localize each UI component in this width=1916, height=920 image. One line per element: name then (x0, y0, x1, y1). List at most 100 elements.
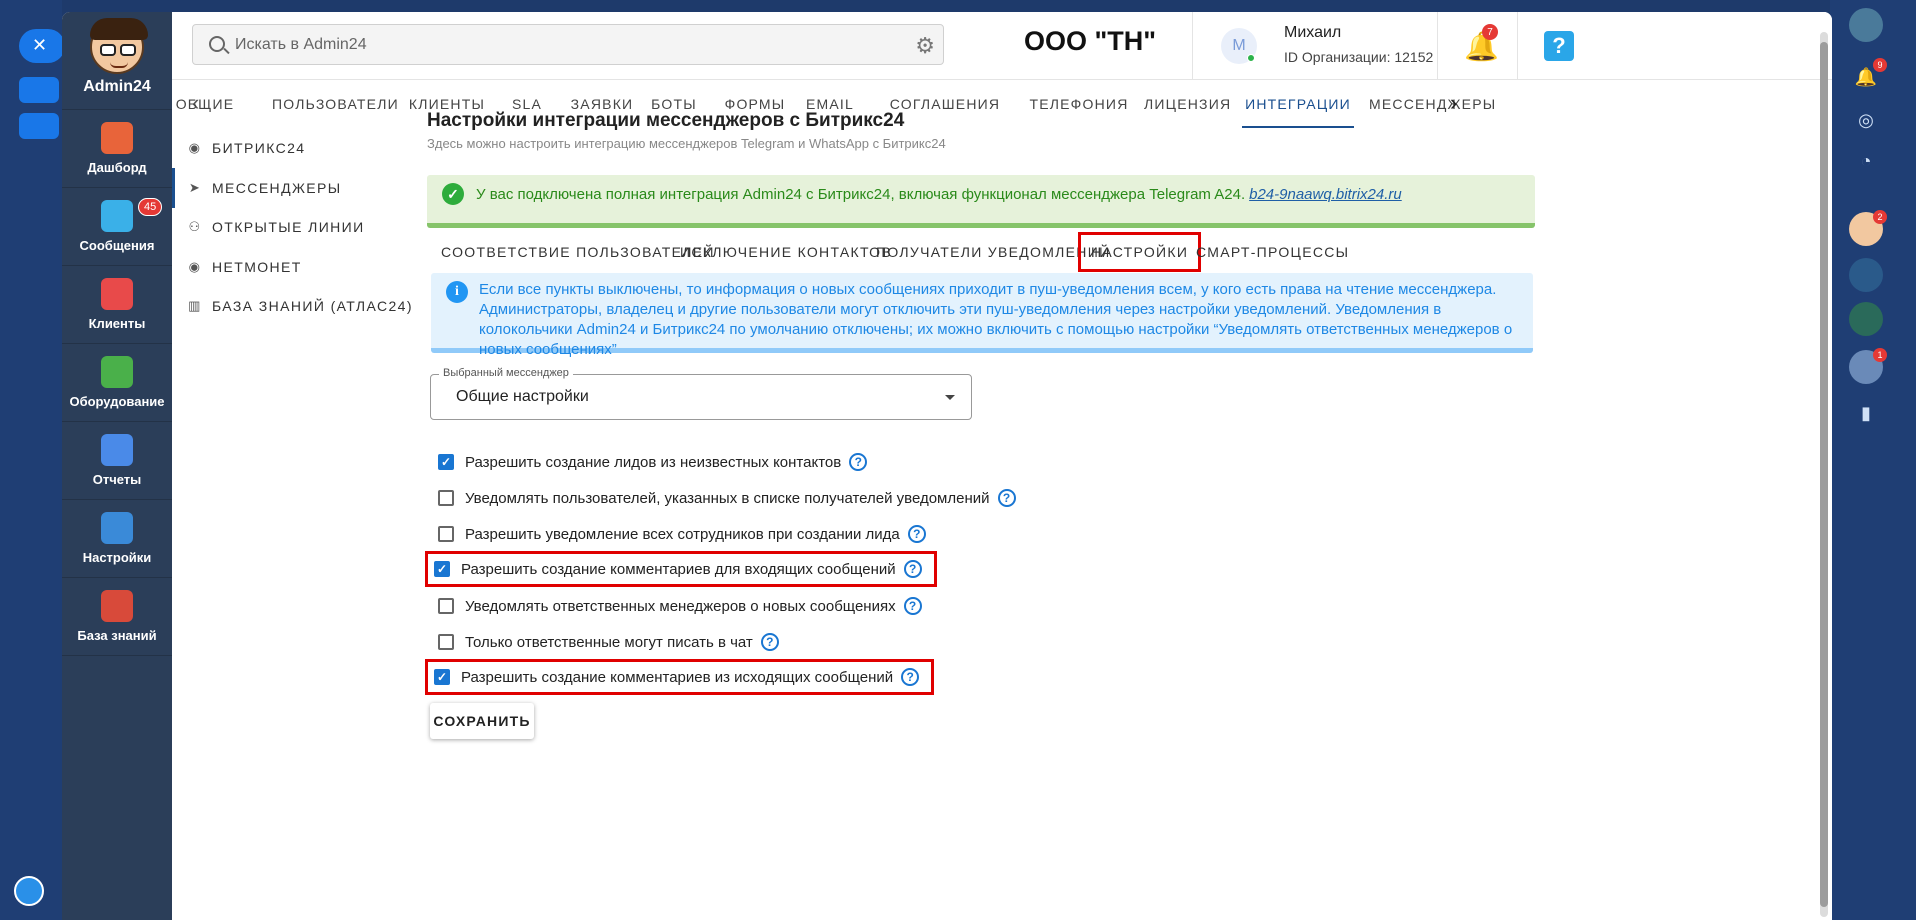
inner-tab-3[interactable]: НАСТРОЙКИ (1078, 232, 1202, 272)
setting-checkbox-row[interactable]: ✓ Разрешить создание комментариев для вхо… (425, 551, 937, 587)
help-circle-icon[interactable]: ? (907, 525, 926, 543)
chat-icon (101, 200, 133, 232)
nav-label: Сообщения (79, 238, 155, 253)
setting-checkbox-row[interactable]: Уведомлять ответственных менеджеров о но… (432, 588, 922, 624)
nav-item-gear[interactable]: Настройки (62, 500, 172, 578)
profile-avatar[interactable] (1849, 8, 1883, 42)
help-circle-icon[interactable]: ? (997, 489, 1016, 507)
spiral-icon[interactable]: ◎ (1849, 103, 1883, 137)
nav-item-chat[interactable]: Сообщения 45 (62, 188, 172, 266)
info-alert: i Если все пункты выключены, то информац… (431, 273, 1533, 358)
inner-tab-4[interactable]: СМАРТ-ПРОЦЕССЫ (1196, 232, 1349, 272)
setting-checkbox-row[interactable]: Уведомлять пользователей, указанных в сп… (432, 480, 1016, 516)
netmonet-icon: ◉ (188, 258, 202, 274)
inner-tab-1[interactable]: ИСКЛЮЧЕНИЕ КОНТАКТОВ (680, 232, 892, 272)
nav-label: База знаний (77, 628, 157, 643)
help-icon[interactable]: ? (1544, 31, 1574, 61)
side-menu-item-4[interactable]: ▥ БАЗА ЗНАНИЙ (АТЛАС24) (172, 286, 434, 326)
app-window: Admin24 Дашборд Сообщения 45 Клиенты Оборудо… (62, 12, 1832, 920)
nav-item-reports[interactable]: Отчеты (62, 422, 172, 500)
bitrix-icon: ◉ (188, 140, 202, 155)
side-menu-label: БАЗА ЗНАНИЙ (АТЛАС24) (212, 298, 413, 314)
main-nav: Admin24 Дашборд Сообщения 45 Клиенты Оборудо… (62, 12, 172, 920)
docs-app-icon[interactable] (1849, 302, 1883, 336)
checkbox-label: Разрешить создание лидов из неизвестных … (465, 453, 842, 471)
book-icon (101, 590, 133, 622)
side-menu-item-0[interactable]: ◉ БИТРИКС24 (172, 128, 434, 168)
help-circle-icon[interactable]: ? (903, 560, 922, 578)
user-avatar-bottom[interactable] (14, 876, 44, 906)
logo-avatar-icon (90, 18, 148, 74)
checkbox[interactable] (438, 490, 454, 506)
select-label: Выбранный мессенджер (439, 367, 573, 379)
checkbox-label: Разрешить уведомление всех сотрудников п… (465, 525, 900, 543)
messages-app-icon[interactable] (1849, 258, 1883, 292)
close-fab-button[interactable]: ✕ (19, 29, 65, 63)
user-avatar-icon[interactable]: 1 (1849, 348, 1887, 384)
help-circle-icon[interactable]: ? (901, 668, 920, 686)
checkbox[interactable]: ✓ (438, 454, 454, 470)
checkbox-label: Уведомлять пользователей, указанных в сп… (465, 489, 990, 507)
open-external-icon[interactable] (19, 113, 59, 139)
side-menu-item-1[interactable]: ➤ МЕССЕНДЖЕРЫ (172, 167, 434, 208)
setting-checkbox-row[interactable]: ✓ Разрешить создание комментариев из исхо… (425, 659, 935, 695)
bitrix-portal-link[interactable]: b24-9naawq.bitrix24.ru (1249, 186, 1402, 203)
nav-item-book[interactable]: База знаний (62, 578, 172, 656)
side-menu-label: ОТКРЫТЫЕ ЛИНИИ (212, 219, 365, 235)
nav-item-equipment[interactable]: Оборудование (62, 344, 172, 422)
app-name: Admin24 (83, 78, 151, 95)
nav-item-clients[interactable]: Клиенты (62, 266, 172, 344)
gear-icon (101, 512, 133, 544)
users-icon: ⚇ (188, 219, 202, 234)
inner-tab-2[interactable]: ПОЛУЧАТЕЛИ УВЕДОМЛЕНИЙ (876, 232, 1110, 272)
tab-0[interactable]: ОБЩИЕ (160, 80, 250, 128)
help-circle-icon[interactable]: ? (760, 633, 779, 651)
check-circle-icon: ✓ (442, 183, 464, 205)
nav-label: Дашборд (87, 160, 147, 175)
info-text: Если все пункты выключены, то информация… (479, 281, 1513, 358)
setting-checkbox-row[interactable]: Разрешить уведомление всех сотрудников п… (432, 516, 926, 552)
side-menu-item-3[interactable]: ◉ НЕТМОНЕТ (172, 247, 434, 287)
messages-badge: 45 (138, 198, 163, 216)
nav-item-dashboard[interactable]: Дашборд (62, 110, 172, 188)
side-menu-label: НЕТМОНЕТ (212, 258, 302, 275)
nav-label: Настройки (82, 550, 152, 565)
integrations-side-menu: ◉ БИТРИКС24 ➤ МЕССЕНДЖЕРЫ ⚇ ОТКРЫТЫЕ ЛИНИИ ◉ НЕ… (172, 128, 434, 920)
equipment-icon (101, 356, 133, 388)
setting-checkbox-row[interactable]: Только ответственные могут писать в чат? (432, 624, 779, 660)
chat-bubble-icon[interactable]: ◔ (1849, 144, 1883, 178)
inner-tab-0[interactable]: СООТВЕТСТВИЕ ПОЛЬЗОВАТЕЛЕЙ (441, 232, 715, 272)
link-icon[interactable] (19, 77, 59, 103)
admin-avatar[interactable]: 2 (1849, 210, 1887, 246)
page-title: Настройки интеграции мессенджеров с Битр… (427, 110, 905, 131)
help-circle-icon[interactable]: ? (903, 597, 922, 615)
side-menu-label: БИТРИКС24 (212, 140, 306, 156)
scrollbar-thumb[interactable] (1820, 42, 1828, 907)
help-circle-icon[interactable]: ? (849, 453, 868, 471)
checkbox-label: Уведомлять ответственных менеджеров о но… (465, 597, 896, 615)
save-button[interactable]: СОХРАНИТЬ (430, 703, 534, 739)
setting-checkbox-row[interactable]: ✓ Разрешить создание лидов из неизвестных… (432, 444, 868, 480)
page-scrollbar[interactable] (1820, 32, 1828, 917)
checkbox[interactable]: ✓ (434, 669, 450, 685)
search-icon (209, 36, 225, 52)
reports-icon (101, 434, 133, 466)
app-logo[interactable]: Admin24 (62, 12, 172, 110)
success-alert: ✓ У вас подключена полная интеграция Adm… (427, 175, 1535, 228)
checkbox-label: Разрешить создание комментариев из исход… (461, 668, 894, 686)
side-menu-label: МЕССЕНДЖЕРЫ (212, 179, 342, 196)
checkbox[interactable] (438, 634, 454, 650)
checkbox[interactable] (438, 598, 454, 614)
main-content: Настройки интеграции мессенджеров с Битр… (425, 12, 1547, 920)
tab-1[interactable]: ПОЛЬЗОВАТЕЛИ (272, 80, 398, 128)
checkbox-label: Разрешить создание комментариев для вход… (461, 560, 896, 578)
page-subtitle: Здесь можно настроить интеграцию мессенд… (427, 136, 946, 151)
messenger-select[interactable]: Выбранный мессенджер Общие настройки (430, 367, 972, 420)
checkbox[interactable] (438, 526, 454, 542)
dashboard-icon (101, 122, 133, 154)
clients-icon (101, 278, 133, 310)
notifications-icon[interactable]: 🔔 9 (1849, 58, 1887, 94)
bookmark-icon[interactable]: ▮ (1849, 396, 1883, 430)
checkbox[interactable]: ✓ (434, 561, 450, 577)
side-menu-item-2[interactable]: ⚇ ОТКРЫТЫЕ ЛИНИИ (172, 207, 434, 247)
